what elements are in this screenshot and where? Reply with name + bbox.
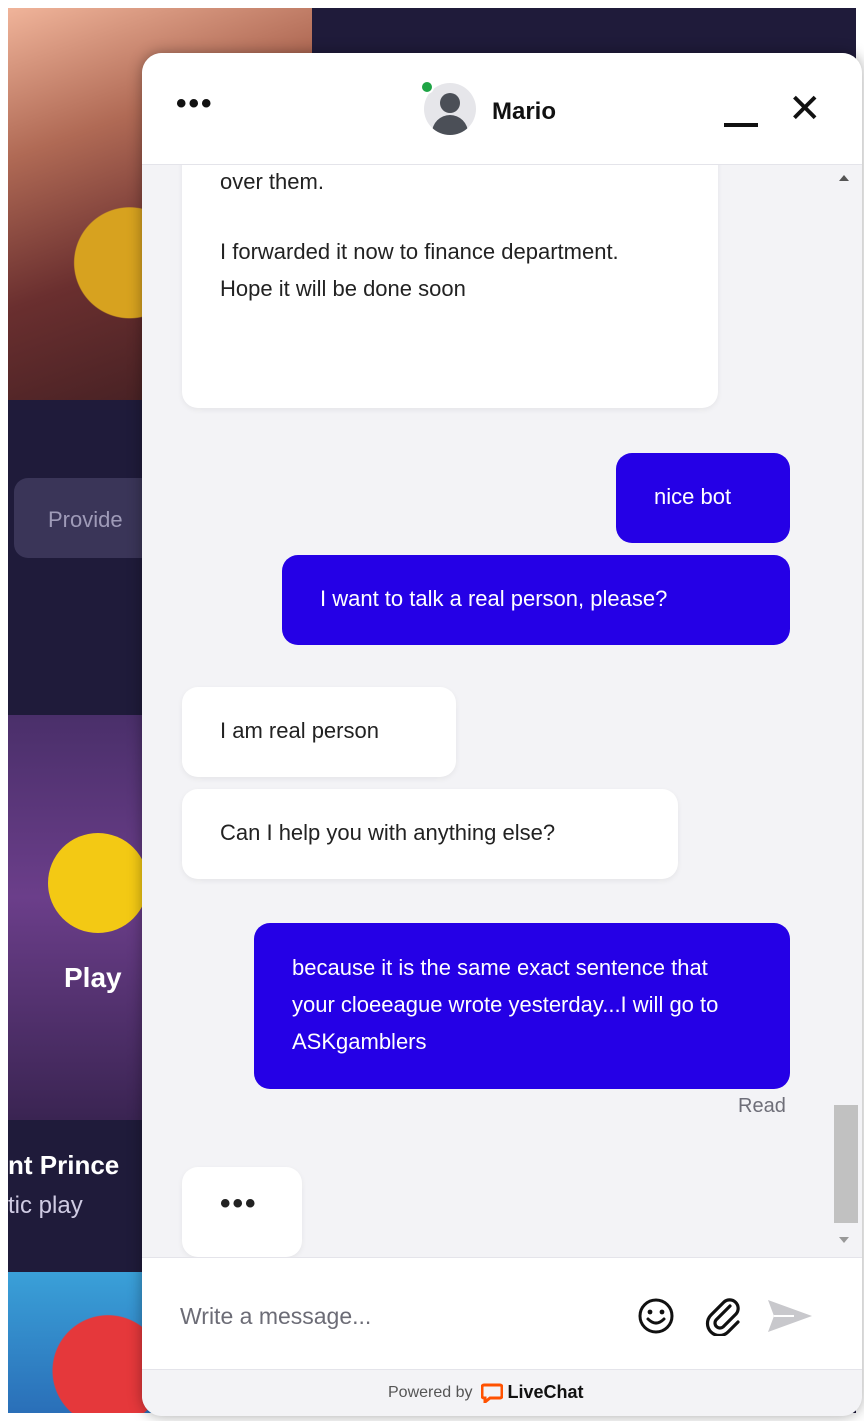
close-button[interactable]: ✕ <box>788 89 822 129</box>
game-subtitle: tic play <box>8 1192 83 1219</box>
scroll-up-arrow-icon[interactable] <box>839 175 849 181</box>
page-border <box>0 0 864 8</box>
page-border <box>0 0 8 1421</box>
paperclip-icon[interactable] <box>702 1294 744 1336</box>
message-composer <box>142 1257 862 1369</box>
more-options-button[interactable]: ••• <box>176 87 214 121</box>
online-status-dot <box>420 80 434 94</box>
chat-footer: Powered by LiveChat <box>142 1369 862 1416</box>
visitor-message: nice bot <box>616 453 790 543</box>
scrollbar[interactable] <box>834 165 858 1257</box>
chat-header: ••• Mario ✕ <box>142 53 862 165</box>
minimize-button[interactable] <box>724 95 758 135</box>
scroll-down-arrow-icon[interactable] <box>839 1237 849 1243</box>
scroll-thumb[interactable] <box>834 1105 858 1223</box>
agent-message: Can I help you with anything else? <box>182 789 678 879</box>
chat-window: ••• Mario ✕ over them. I forwarded it no… <box>142 53 862 1416</box>
play-label[interactable]: Play <box>64 962 122 994</box>
livechat-logo-icon <box>480 1383 503 1403</box>
message-input[interactable] <box>180 1294 620 1338</box>
powered-by-label: Powered by <box>388 1383 473 1401</box>
visitor-message: because it is the same exact sentence th… <box>254 923 790 1089</box>
game-title: nt Prince <box>8 1150 120 1180</box>
read-receipt: Read <box>738 1095 786 1117</box>
visitor-message: I want to talk a real person, please? <box>282 555 790 645</box>
livechat-brand: LiveChat <box>507 1382 584 1402</box>
send-icon[interactable] <box>764 1296 816 1336</box>
minimize-icon <box>724 123 758 127</box>
agent-message: over them. I forwarded it now to finance… <box>182 165 718 408</box>
emoji-icon[interactable] <box>636 1296 676 1336</box>
avatar-body <box>432 115 468 135</box>
message-text: I forwarded it now to finance department… <box>220 239 619 301</box>
agent-message: I am real person <box>182 687 456 777</box>
message-list[interactable]: over them. I forwarded it now to finance… <box>142 165 862 1257</box>
play-button[interactable] <box>48 833 148 933</box>
agent-name: Mario <box>492 98 557 125</box>
typing-indicator: ••• <box>182 1167 302 1257</box>
powered-by[interactable]: Powered by LiveChat <box>388 1382 584 1403</box>
message-text: over them. <box>220 169 324 194</box>
avatar-head <box>440 93 460 113</box>
provider-label: Provide <box>48 507 123 532</box>
